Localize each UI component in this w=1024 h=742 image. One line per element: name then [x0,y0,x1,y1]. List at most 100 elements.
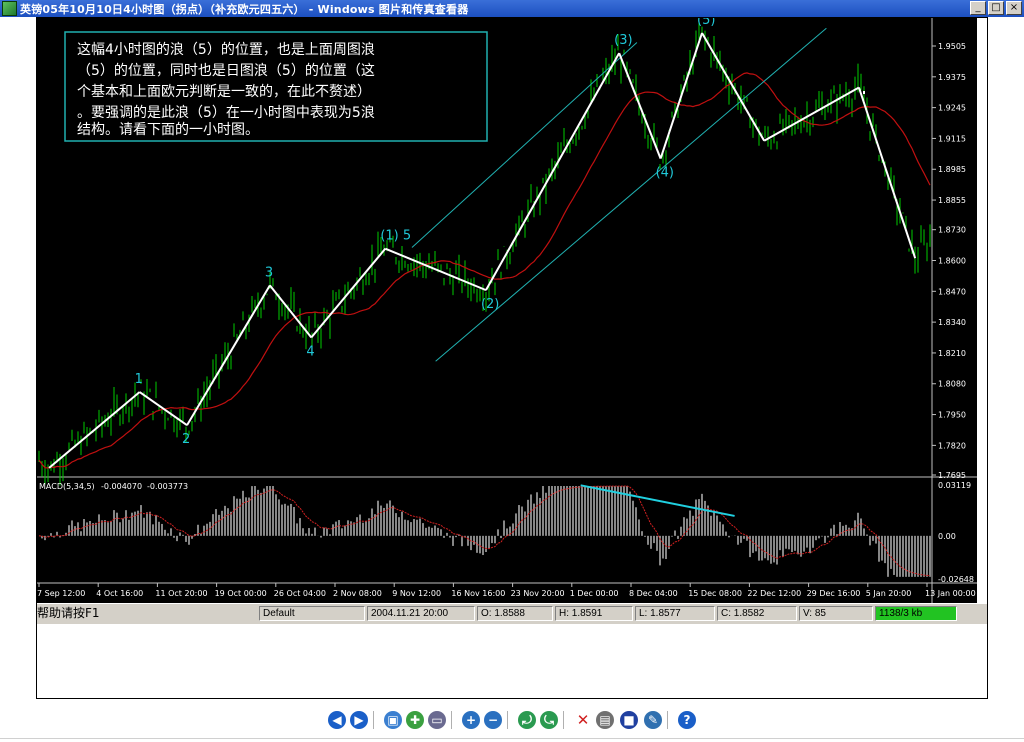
profile-cell: Default [259,606,365,621]
time-tick-label: 2 Nov 08:00 [333,589,382,598]
macd-tick-label: -0.02648 [938,575,974,584]
time-tick-label: 1 Dec 00:00 [570,589,619,598]
time-tick-label: 15 Dec 08:00 [688,589,742,598]
edit-button[interactable]: ✎ [644,711,662,729]
close-cell: C: 1.8582 [717,606,797,621]
wave-segment [763,86,860,142]
next-image-button[interactable]: ▶ [350,711,368,729]
annotation-line: （5）的位置，同时也是日图浪（5）的位置（这 [77,62,375,79]
macd-label: MACD(5,34,5) [39,482,95,491]
help-icon: ? [678,711,696,729]
wave-label: (1) 5 [380,229,411,244]
time-tick-label: 23 Nov 20:00 [511,589,565,598]
rotate-clockwise-button[interactable]: ⤾ [518,711,536,729]
status-bar: 帮助请按F1 Default 2004.11.21 20:00 O: 1.858… [37,603,987,624]
macd-tick-label: 0.00 [938,532,956,541]
time-tick-label: 22 Dec 12:00 [747,589,801,598]
actual-size-icon: ✚ [406,711,424,729]
wave-label: (4) [656,166,674,181]
price-tick-label: 1.8340 [938,318,966,327]
slideshow-icon: ▭ [428,711,446,729]
volume-cell: V: 85 [799,606,873,621]
zoom-out-button[interactable]: − [484,711,502,729]
zoom-out-icon: − [484,711,502,729]
wave-segment [310,248,387,339]
window-title: 英镑05年10月10日4小时图（拐点）（补充欧元四五六） - Windows 图… [20,3,469,16]
print-icon: ▤ [596,711,614,729]
macd-histogram [41,486,931,577]
price-tick-label: 1.9505 [938,42,966,51]
time-tick-label: 11 Oct 20:00 [155,589,207,598]
time-tick-label: 19 Oct 00:00 [215,589,267,598]
time-tick-label: 5 Jan 20:00 [866,589,912,598]
datetime-cell: 2004.11.21 20:00 [367,606,475,621]
bottom-border [0,738,1024,739]
cursor-mark [863,91,865,94]
time-tick-label: 4 Oct 16:00 [96,589,143,598]
prev-icon: ◀ [328,711,346,729]
low-cell: L: 1.8577 [635,606,715,621]
annotation-line: 。要强调的是此浪（5）在一小时图中表现为5浪 [77,105,375,121]
open-cell: O: 1.8588 [477,606,553,621]
actual-size-button[interactable]: ✚ [406,711,424,729]
viewer-toolbar: ◀ ▶ ▣ ✚ ▭ + − ⤾ ⤿ ✕ ▤ ■ ✎? [0,705,1024,735]
wave-label: 3 [265,265,273,280]
high-cell: H: 1.8591 [555,606,633,621]
wave-label: (5) [697,18,715,28]
window-titlebar: 英镑05年10月10日4小时图（拐点）（补充欧元四五六） - Windows 图… [0,0,1024,17]
annotation-line: 个基本和上面欧元判断是一致的，在此不赘述） [77,83,371,100]
minimize-button[interactable]: _ [970,1,986,15]
help-hint: 帮助请按F1 [37,606,100,620]
zoom-in-icon: + [462,711,480,729]
toolbar-separator [507,711,508,729]
chart-window: 1 2 3 4 (1) 5 (2) (3) (4) (5) 1.9505 1.9375 1.9245… [37,13,977,603]
best-fit-button[interactable]: ▣ [384,711,402,729]
time-tick-label: 13 Jan 00:00 [925,589,976,598]
macd-divergence-line [580,484,735,517]
price-tick-label: 1.8080 [938,380,966,389]
slideshow-button[interactable]: ▭ [428,711,446,729]
time-tick-label: 16 Nov 16:00 [451,589,505,598]
zoom-in-button[interactable]: + [462,711,480,729]
wave-segment [701,32,766,142]
wave-label: 2 [182,432,190,447]
price-tick-label: 1.7820 [938,441,966,450]
save-button[interactable]: ■ [620,711,638,729]
price-tick-label: 1.9115 [938,134,966,143]
annotation-line: 这幅4小时图的浪（5）的位置，也是上面周图浪 [77,41,375,58]
wave-segment [618,52,662,159]
wave-label: (2) [481,297,499,312]
help-button[interactable]: ? [678,711,696,729]
price-tick-label: 1.8600 [938,257,966,266]
rotate-ccw-icon: ⤿ [540,711,558,729]
wave-segment [139,391,188,427]
rotate-cw-icon: ⤾ [518,711,536,729]
wave-segment [48,391,141,469]
wave-segment [384,247,487,292]
price-tick-label: 1.9245 [938,104,966,113]
rotate-counterclockwise-button[interactable]: ⤿ [540,711,558,729]
toolbar-separator [667,711,668,729]
app-icon [2,1,17,16]
macd-value-1: -0.004070 [101,482,142,491]
wave-label: 4 [306,345,314,360]
macd-tick-label: 0.03119 [938,481,971,490]
delete-button[interactable]: ✕ [574,711,592,729]
toolbar-separator [563,711,564,729]
wave-segment [186,284,271,426]
traffic-cell: 1138/3 kb [875,606,957,621]
macd-signal-line [38,485,931,577]
price-tick-label: 1.8730 [938,226,966,235]
maximize-button[interactable]: □ [988,1,1004,15]
toolbar-separator [373,711,374,729]
previous-image-button[interactable]: ◀ [328,711,346,729]
price-tick-label: 1.8855 [938,196,966,205]
close-button[interactable]: × [1006,1,1022,15]
macd-value-2: -0.003773 [147,482,188,491]
print-button[interactable]: ▤ [596,711,614,729]
price-tick-labels: 1.9505 1.9375 1.9245 1.9115 1.8985 1.8855 1.87… [932,42,966,480]
forex-chart: 1 2 3 4 (1) 5 (2) (3) (4) (5) 1.9505 1.9375 1.9245… [37,13,977,603]
price-tick-label: 1.8210 [938,349,966,358]
price-tick-label: 1.8470 [938,287,966,296]
price-tick-label: 1.9375 [938,73,966,82]
